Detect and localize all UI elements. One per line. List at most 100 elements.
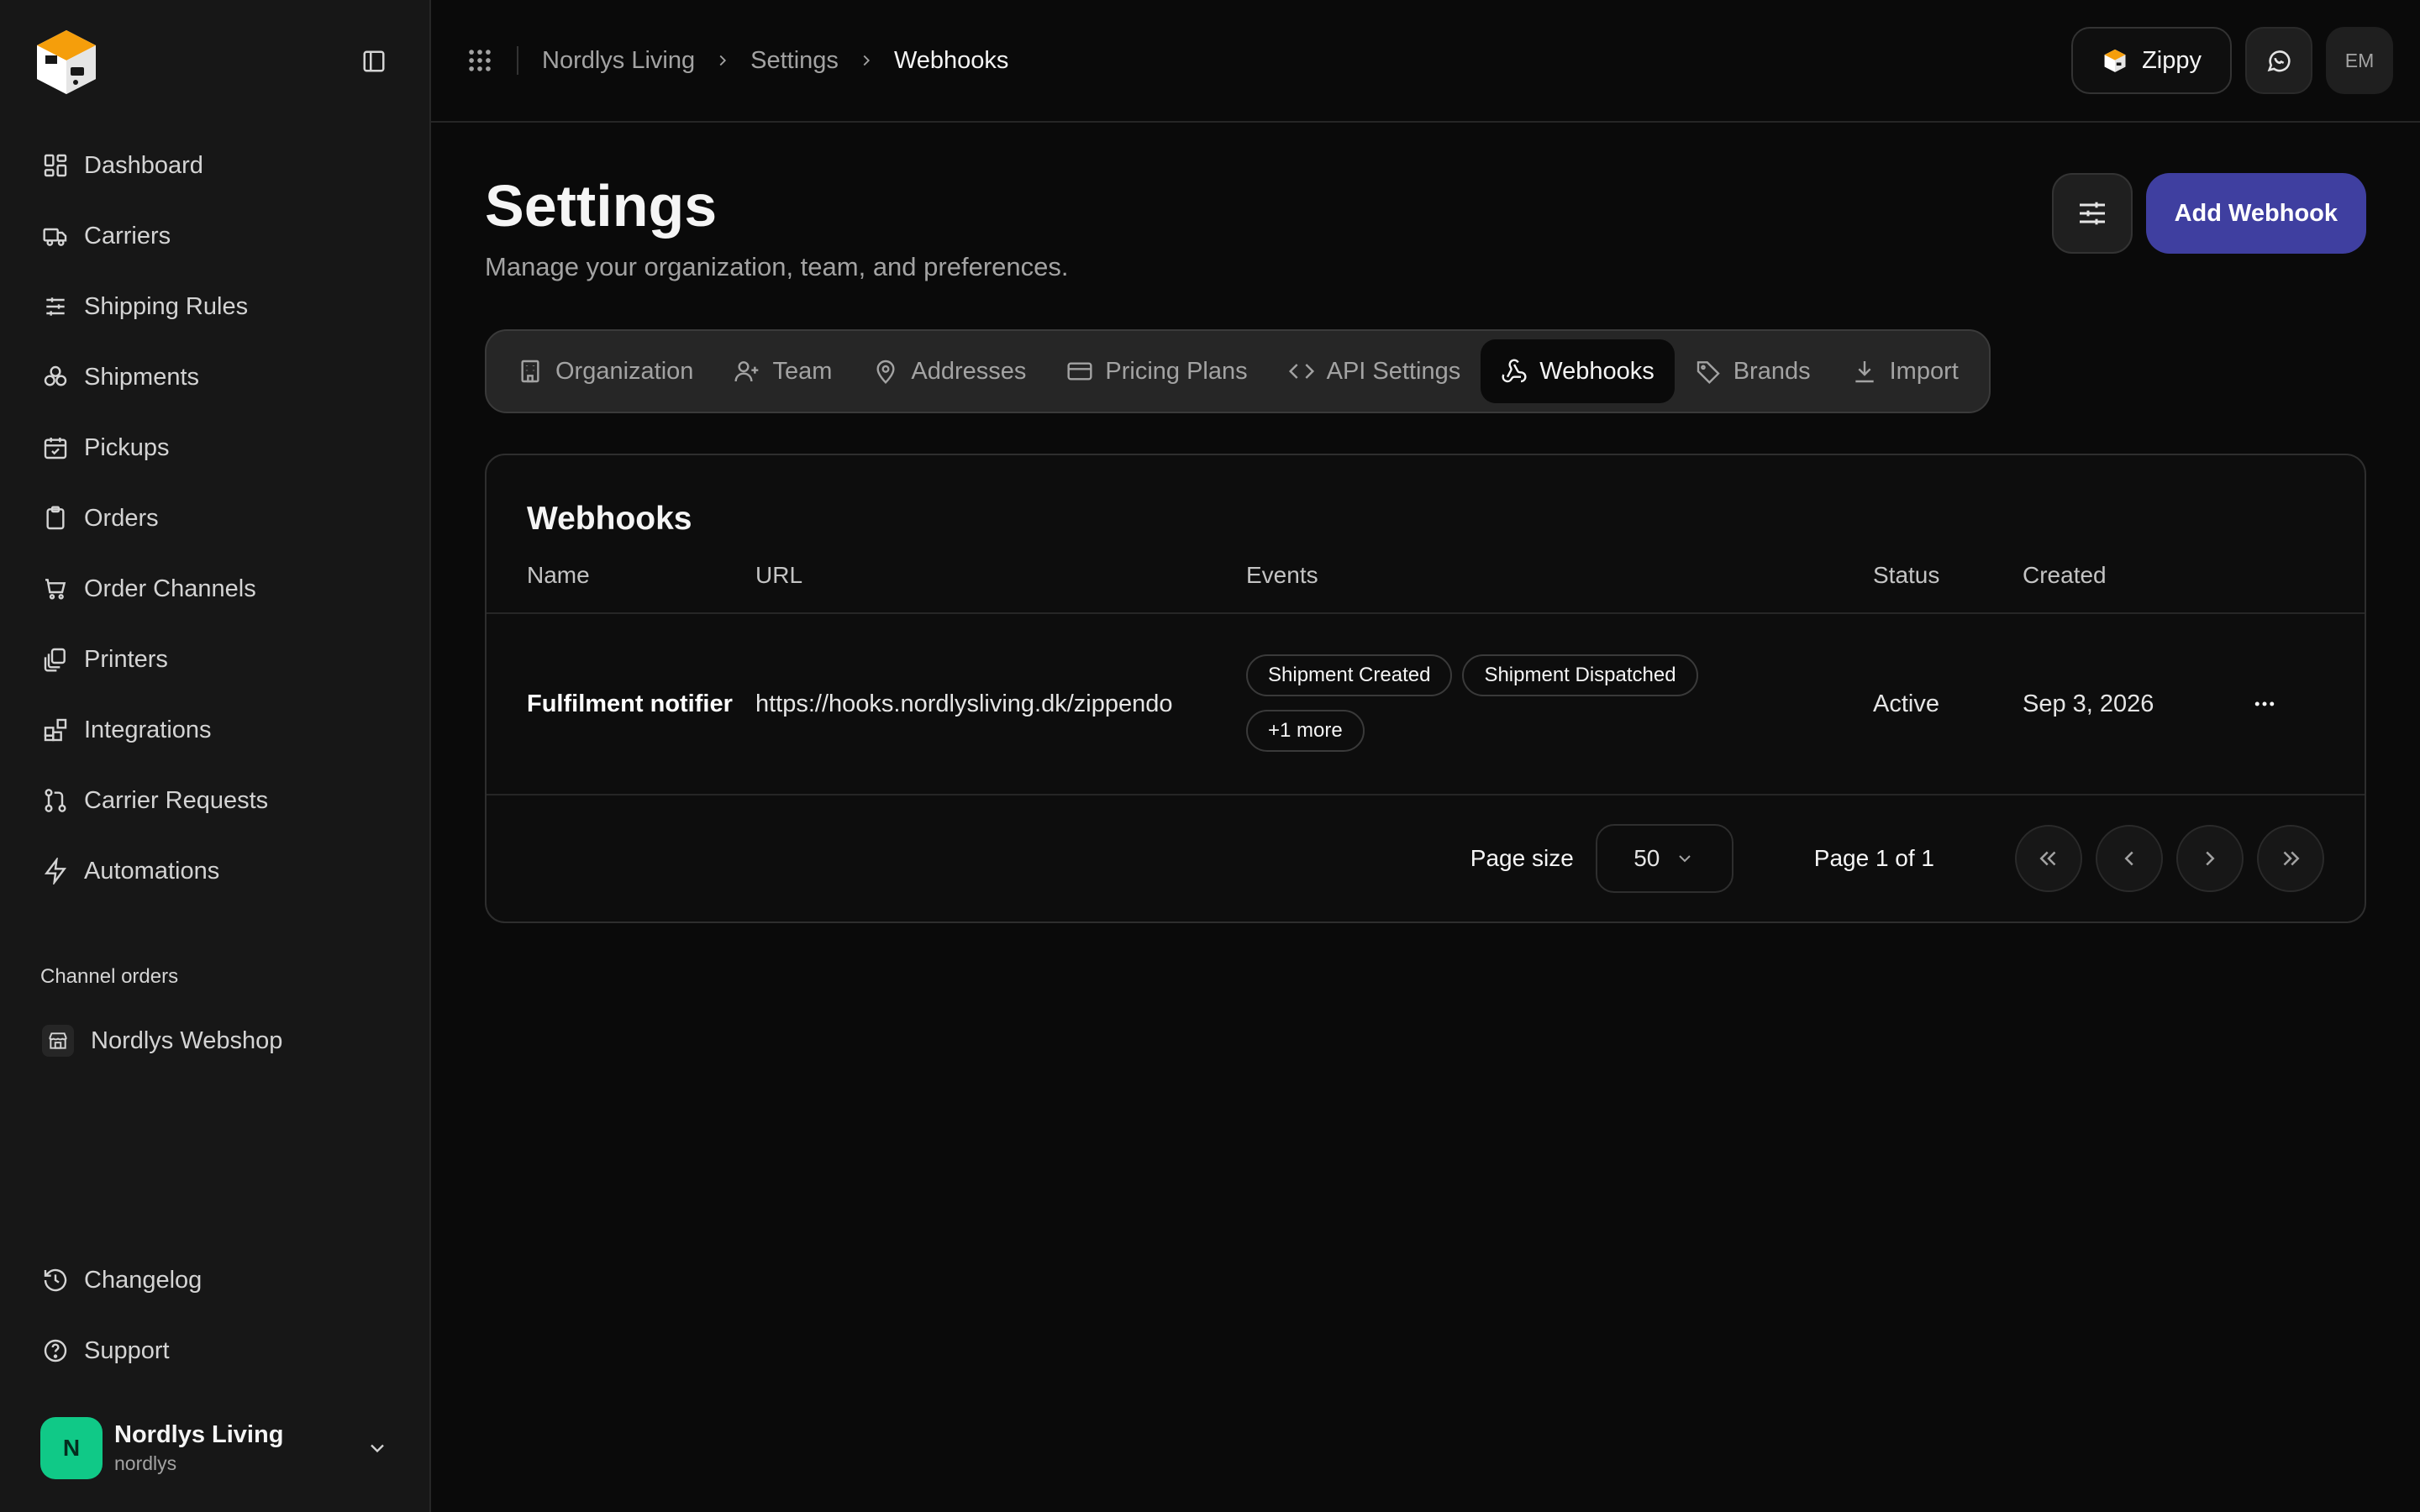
webhook-status: Active [1873, 613, 2023, 795]
event-badge: Shipment Dispatched [1462, 654, 1698, 696]
nav-shipments[interactable]: Shipments [20, 342, 409, 412]
chevrons-right-icon [2283, 851, 2300, 866]
store-icon [42, 1025, 74, 1057]
tab-team[interactable]: Team [713, 339, 852, 403]
nav-dashboard[interactable]: Dashboard [20, 130, 409, 201]
breadcrumb-settings[interactable]: Settings [750, 47, 839, 75]
tab-label: Team [772, 357, 833, 385]
tab-label: Webhooks [1539, 357, 1655, 385]
nav-label: Orders [84, 504, 159, 532]
table-row[interactable]: Fulfilment notifier https://hooks.nordly… [487, 613, 2365, 795]
add-webhook-button[interactable]: Add Webhook [2145, 173, 2366, 254]
history-icon [44, 1268, 67, 1292]
nav-carrier-requests[interactable]: Carrier Requests [20, 765, 409, 836]
channel-item-webshop[interactable]: Nordlys Webshop [0, 1005, 429, 1076]
zippy-assistant-button[interactable]: Zippy [2071, 27, 2232, 94]
nav-integrations[interactable]: Integrations [20, 695, 409, 765]
tab-label: Pricing Plans [1105, 357, 1248, 385]
column-header-actions [2216, 538, 2365, 614]
topbar: Nordlys Living Settings Webhooks Zippy E… [431, 0, 2420, 123]
org-switcher[interactable]: N Nordlys Living nordlys [20, 1415, 409, 1482]
tab-webhooks[interactable]: Webhooks [1481, 339, 1675, 403]
nav-label: Pickups [84, 433, 170, 461]
chevron-left-icon [2124, 851, 2133, 866]
column-header-status: Status [1873, 538, 2023, 614]
nav-printers[interactable]: Printers [20, 624, 409, 695]
webhook-created: Sep 3, 2026 [2023, 613, 2216, 795]
app-launcher-button[interactable] [461, 42, 498, 79]
grid-dots-icon [469, 50, 491, 71]
webhooks-card: Webhooks Name URL Events Status Created [485, 454, 2366, 923]
message-circle-icon [2267, 50, 2291, 72]
user-avatar[interactable]: EM [2326, 27, 2393, 94]
more-events-badge[interactable]: +1 more [1246, 710, 1365, 752]
sidebar-toggle-button[interactable] [355, 43, 392, 80]
tag-icon [1697, 361, 1720, 385]
tab-organization[interactable]: Organization [497, 339, 713, 403]
nav-changelog[interactable]: Changelog [20, 1245, 409, 1315]
tab-addresses[interactable]: Addresses [852, 339, 1046, 403]
git-pull-icon [45, 789, 66, 812]
page-title: Settings [485, 173, 718, 239]
previous-page-button[interactable] [2096, 825, 2163, 892]
row-actions-button[interactable] [2241, 680, 2288, 727]
divider [517, 46, 518, 75]
webhook-url: https://hooks.nordlysliving.dk/zippendo [755, 613, 1246, 795]
app-logo[interactable] [29, 24, 104, 99]
sidebar: Dashboard Carriers Shipping Rules Shipme… [0, 0, 431, 1512]
page-size-value: 50 [1634, 845, 1660, 871]
zap-icon [44, 858, 67, 885]
nav-label: Order Channels [84, 575, 256, 602]
nav-pickups[interactable]: Pickups [20, 412, 409, 483]
cart-icon [45, 579, 66, 600]
tab-pricing-plans[interactable]: Pricing Plans [1046, 339, 1267, 403]
page-size-label: Page size [1470, 845, 1574, 871]
chevron-right-icon [713, 51, 732, 70]
zippy-label: Zippy [2142, 46, 2202, 74]
tab-brands[interactable]: Brands [1675, 339, 1831, 403]
table-header-row: Name URL Events Status Created [487, 538, 2365, 614]
column-header-url: URL [755, 538, 1246, 614]
nav-shipping-rules[interactable]: Shipping Rules [20, 271, 409, 342]
breadcrumb: Nordlys Living Settings Webhooks [542, 47, 1008, 75]
next-page-button[interactable] [2176, 825, 2244, 892]
tab-label: Organization [555, 357, 694, 385]
nav-support[interactable]: Support [20, 1315, 409, 1386]
credit-card-icon [1067, 362, 1092, 381]
help-circle-icon [44, 1339, 67, 1362]
printer-stack-icon [44, 648, 66, 672]
more-horizontal-icon [2254, 701, 2275, 706]
last-page-button[interactable] [2257, 825, 2324, 892]
nav-carriers[interactable]: Carriers [20, 201, 409, 271]
pagination: Page size 50 Page 1 of 1 [487, 795, 2365, 921]
tab-label: Import [1889, 357, 1959, 385]
nav-automations[interactable]: Automations [20, 836, 409, 906]
nav-orders[interactable]: Orders [20, 483, 409, 554]
chat-button[interactable] [2245, 27, 2312, 94]
download-icon [1854, 361, 1874, 383]
webhook-name: Fulfilment notifier [487, 613, 755, 795]
chevron-right-icon [857, 51, 876, 70]
webhook-events: Shipment Created Shipment Dispatched +1 … [1246, 613, 1873, 795]
channel-orders-heading: Channel orders [40, 965, 179, 988]
boxes-icon [44, 365, 67, 386]
breadcrumb-webhooks: Webhooks [893, 46, 1009, 74]
tab-label: Brands [1733, 357, 1811, 385]
breadcrumb-org[interactable]: Nordlys Living [542, 47, 695, 75]
page-size-select[interactable]: 50 [1595, 824, 1733, 893]
zippy-logo-icon [2104, 49, 2126, 72]
tab-api-settings[interactable]: API Settings [1268, 339, 1481, 403]
webhooks-table: Name URL Events Status Created Fulfilmen… [487, 538, 2365, 795]
filter-settings-button[interactable] [2051, 173, 2133, 254]
column-header-events: Events [1246, 538, 1873, 614]
channel-label: Nordlys Webshop [91, 1026, 283, 1054]
tab-import[interactable]: Import [1831, 339, 1979, 403]
org-slug: nordlys [114, 1452, 177, 1474]
nav-label: Support [84, 1336, 170, 1364]
panel-left-icon [363, 50, 385, 71]
chevron-down-icon [371, 1444, 384, 1453]
settings-content: Settings Manage your organization, team,… [431, 123, 2420, 923]
first-page-button[interactable] [2015, 825, 2082, 892]
nav-label: Shipments [84, 363, 200, 391]
nav-order-channels[interactable]: Order Channels [20, 554, 409, 624]
